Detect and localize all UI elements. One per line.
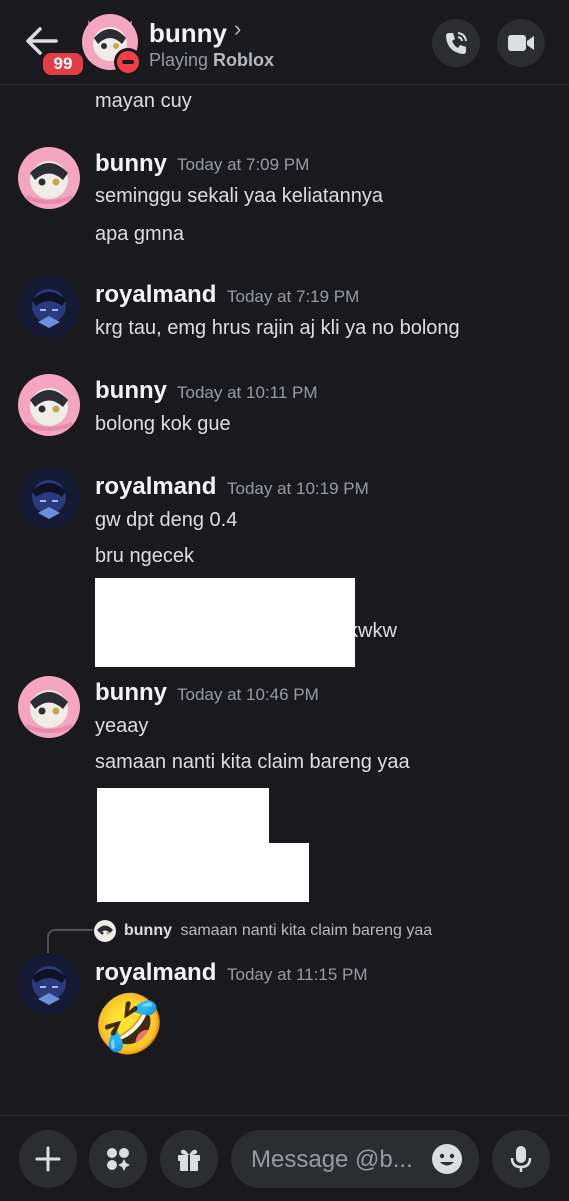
message-line: yeaay xyxy=(95,715,149,737)
emoji-picker-icon[interactable] xyxy=(431,1143,463,1175)
message-timestamp: Today at 10:11 PM xyxy=(177,383,318,402)
reply-preview[interactable]: bunny samaan nanti kita claim bareng yaa xyxy=(124,922,432,940)
reply-connector xyxy=(47,929,93,953)
message-timestamp: Today at 7:09 PM xyxy=(177,155,310,174)
message-timestamp: Today at 7:19 PM xyxy=(227,287,360,306)
message-placeholder: Message @b... xyxy=(251,1146,413,1173)
message-line: apa gmna xyxy=(95,223,184,245)
redacted-block xyxy=(97,843,309,902)
royalmand-avatar[interactable] xyxy=(18,276,80,338)
unread-badge: 99 xyxy=(40,50,86,78)
message-input[interactable]: Message @b... xyxy=(231,1130,479,1188)
message-line: mayan cuy xyxy=(95,90,192,112)
gift-button[interactable] xyxy=(160,1130,218,1188)
royalmand-avatar[interactable] xyxy=(18,953,80,1015)
reply-author: bunny xyxy=(124,922,172,939)
rofl-emoji: 🤣 xyxy=(93,992,166,1057)
message-author[interactable]: bunny xyxy=(95,679,167,707)
message-line: bolong kok gue xyxy=(95,413,231,435)
redacted-block xyxy=(97,788,269,848)
header-username[interactable]: bunny xyxy=(149,18,227,49)
dnd-status-icon xyxy=(114,48,142,76)
chevron-right-icon[interactable]: › xyxy=(234,16,241,42)
message-line: bru ngecek xyxy=(95,545,194,567)
apps-icon xyxy=(107,1148,130,1171)
message-author[interactable]: royalmand xyxy=(95,473,216,501)
message-line: samaan nanti kita claim bareng yaa xyxy=(95,751,410,773)
microphone-icon xyxy=(510,1146,532,1172)
message-author[interactable]: bunny xyxy=(95,377,167,405)
status-prefix: Playing xyxy=(149,50,214,70)
gift-icon xyxy=(178,1149,200,1171)
voice-message-button[interactable] xyxy=(492,1130,550,1188)
apps-button[interactable] xyxy=(89,1130,147,1188)
message-line: seminggu sekali yaa keliatannya xyxy=(95,185,383,207)
message-line: gw dpt deng 0.4 xyxy=(95,509,238,531)
bunny-avatar[interactable] xyxy=(18,374,80,436)
message-author[interactable]: royalmand xyxy=(95,281,216,309)
bunny-avatar[interactable] xyxy=(18,147,80,209)
message-author[interactable]: bunny xyxy=(95,150,167,178)
bunny-avatar[interactable] xyxy=(18,676,80,738)
activity-status: Playing Roblox xyxy=(149,50,274,71)
video-camera-icon xyxy=(508,35,534,51)
status-game: Roblox xyxy=(213,50,275,70)
video-call-button[interactable] xyxy=(497,19,545,67)
phone-icon xyxy=(446,32,467,54)
add-attachment-button[interactable] xyxy=(19,1130,77,1188)
message-line-tail: kwkw xyxy=(348,620,397,642)
royalmand-avatar[interactable] xyxy=(18,467,80,529)
message-timestamp: Today at 11:15 PM xyxy=(227,965,368,984)
message-timestamp: Today at 10:19 PM xyxy=(227,479,369,498)
plus-icon xyxy=(35,1146,61,1172)
message-author[interactable]: royalmand xyxy=(95,959,216,987)
voice-call-button[interactable] xyxy=(432,19,480,67)
reply-text: samaan nanti kita claim bareng yaa xyxy=(180,922,433,939)
chat-header: 99 bunny › Playing Roblox xyxy=(0,0,569,85)
message-timestamp: Today at 10:46 PM xyxy=(177,685,319,704)
message-line: krg tau, emg hrus rajin aj kli ya no bol… xyxy=(95,317,460,339)
reply-avatar xyxy=(94,920,116,942)
redacted-block xyxy=(95,578,355,667)
